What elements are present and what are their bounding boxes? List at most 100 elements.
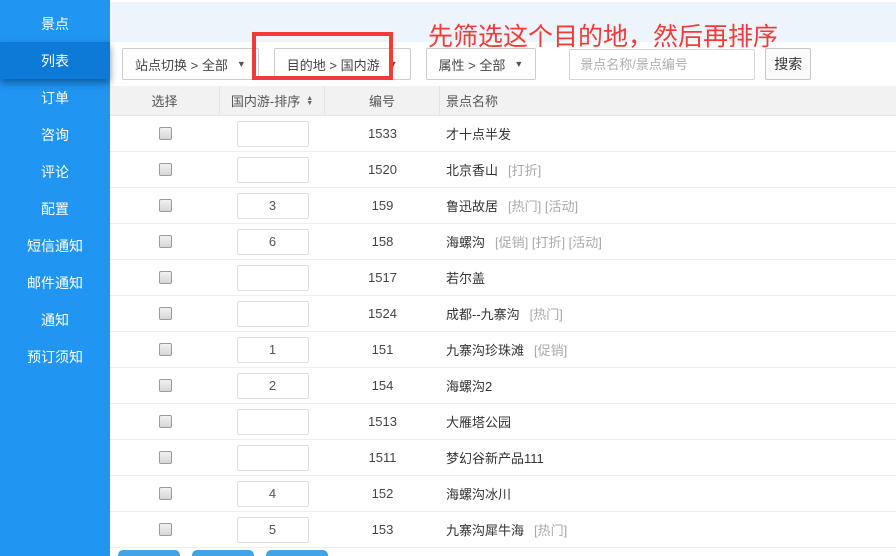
sidebar-item-5[interactable]: 配置 [0,190,110,227]
row-id: 1511 [325,450,440,465]
bottom-action-button-2[interactable] [192,550,254,556]
table-row: 159 鲁迅故居[热门] [活动] [110,188,896,224]
row-checkbox[interactable] [159,343,172,356]
attribute-filter-label: 属性 > 全部 [439,55,506,74]
chevron-down-icon: ▼ [514,60,523,69]
row-select-cell [110,271,220,284]
top-strip [110,0,896,42]
sort-order-input[interactable] [237,373,309,399]
row-checkbox[interactable] [159,523,172,536]
row-select-cell [110,487,220,500]
table-row: 153 九寨沟犀牛海[热门] [110,512,896,548]
row-name: 九寨沟犀牛海 [446,523,524,538]
row-name-cell: 海螺沟2 [440,376,896,395]
row-checkbox[interactable] [159,451,172,464]
sort-order-input[interactable] [237,301,309,327]
row-checkbox[interactable] [159,163,172,176]
row-id: 152 [325,486,440,501]
row-sort-cell [220,337,325,363]
sidebar-item-9[interactable]: 预订须知 [0,338,110,375]
sort-order-input[interactable] [237,229,309,255]
header-name: 景点名称 [440,86,896,115]
row-tags: [热门] [530,307,563,322]
table-row: 1520 北京香山[打折] [110,152,896,188]
sort-order-input[interactable] [237,481,309,507]
sort-order-input[interactable] [237,409,309,435]
row-select-cell [110,379,220,392]
sidebar-item-1[interactable]: 列表 [0,42,110,79]
sidebar-item-label: 订单 [41,88,69,108]
bottom-actions [110,548,896,556]
sidebar-item-2[interactable]: 订单 [0,79,110,116]
header-id: 编号 [325,86,440,115]
row-name-cell: 大雁塔公园 [440,412,896,431]
sort-order-input[interactable] [237,193,309,219]
row-tags: [热门] [活动] [508,199,578,214]
search-input[interactable] [569,49,755,80]
row-name: 九寨沟珍珠滩 [446,343,524,358]
row-id: 158 [325,234,440,249]
row-checkbox[interactable] [159,271,172,284]
table-row: 1511 梦幻谷新产品111 [110,440,896,476]
row-checkbox[interactable] [159,379,172,392]
sort-order-input[interactable] [237,517,309,543]
sidebar-item-label: 预订须知 [27,347,83,367]
table-row: 1533 才十点半发 [110,116,896,152]
chevron-down-icon: ▼ [389,60,398,69]
row-sort-cell [220,445,325,471]
sidebar-item-6[interactable]: 短信通知 [0,227,110,264]
row-name-cell: 梦幻谷新产品111 [440,448,896,467]
bottom-action-button-3[interactable] [266,550,328,556]
site-switch-filter-label: 站点切换 > 全部 [135,55,228,74]
sidebar-item-8[interactable]: 通知 [0,301,110,338]
sort-order-input[interactable] [237,157,309,183]
bottom-action-button-1[interactable] [118,550,180,556]
sidebar-item-label: 配置 [41,199,69,219]
row-name-cell: 成都--九寨沟 [热门] [440,304,896,323]
header-select: 选择 [110,86,220,115]
row-checkbox[interactable] [159,307,172,320]
chevron-down-icon: ▼ [237,60,246,69]
row-sort-cell [220,301,325,327]
sidebar-item-label: 景点 [41,14,69,34]
sort-order-input[interactable] [237,445,309,471]
site-switch-filter-button[interactable]: 站点切换 > 全部 ▼ [122,48,259,80]
row-name: 若尔盖 [446,271,485,286]
row-select-cell [110,235,220,248]
row-select-cell [110,343,220,356]
destination-filter-label: 目的地 > 国内游 [287,55,380,74]
row-select-cell [110,127,220,140]
row-checkbox[interactable] [159,127,172,140]
destination-filter-button[interactable]: 目的地 > 国内游 ▼ [274,48,411,80]
row-checkbox[interactable] [159,199,172,212]
sidebar-item-0[interactable]: 景点 [0,5,110,42]
row-sort-cell [220,481,325,507]
row-name: 成都--九寨沟 [446,307,520,322]
row-name-cell: 北京香山[打折] [440,160,896,179]
header-sort-label: 国内游-排序 [231,91,300,110]
sidebar-item-label: 短信通知 [27,236,83,256]
attribute-filter-button[interactable]: 属性 > 全部 ▼ [426,48,537,80]
row-checkbox[interactable] [159,415,172,428]
row-id: 153 [325,522,440,537]
sort-arrows-icon[interactable]: ▲▼ [306,96,313,106]
sidebar-item-3[interactable]: 咨询 [0,116,110,153]
sidebar-item-7[interactable]: 邮件通知 [0,264,110,301]
row-sort-cell [220,121,325,147]
table-row: 158 海螺沟[促销] [打折] [活动] [110,224,896,260]
row-name: 梦幻谷新产品111 [446,451,544,466]
sort-order-input[interactable] [237,265,309,291]
sort-order-input[interactable] [237,121,309,147]
sidebar-item-4[interactable]: 评论 [0,153,110,190]
row-sort-cell [220,373,325,399]
row-select-cell [110,415,220,428]
table-row: 1513 大雁塔公园 [110,404,896,440]
sort-order-input[interactable] [237,337,309,363]
row-checkbox[interactable] [159,235,172,248]
row-select-cell [110,451,220,464]
row-checkbox[interactable] [159,487,172,500]
row-name: 海螺沟2 [446,379,492,394]
search-button[interactable]: 搜索 [765,48,811,80]
header-sort-column[interactable]: 国内游-排序 ▲▼ [220,86,325,115]
row-sort-cell [220,157,325,183]
